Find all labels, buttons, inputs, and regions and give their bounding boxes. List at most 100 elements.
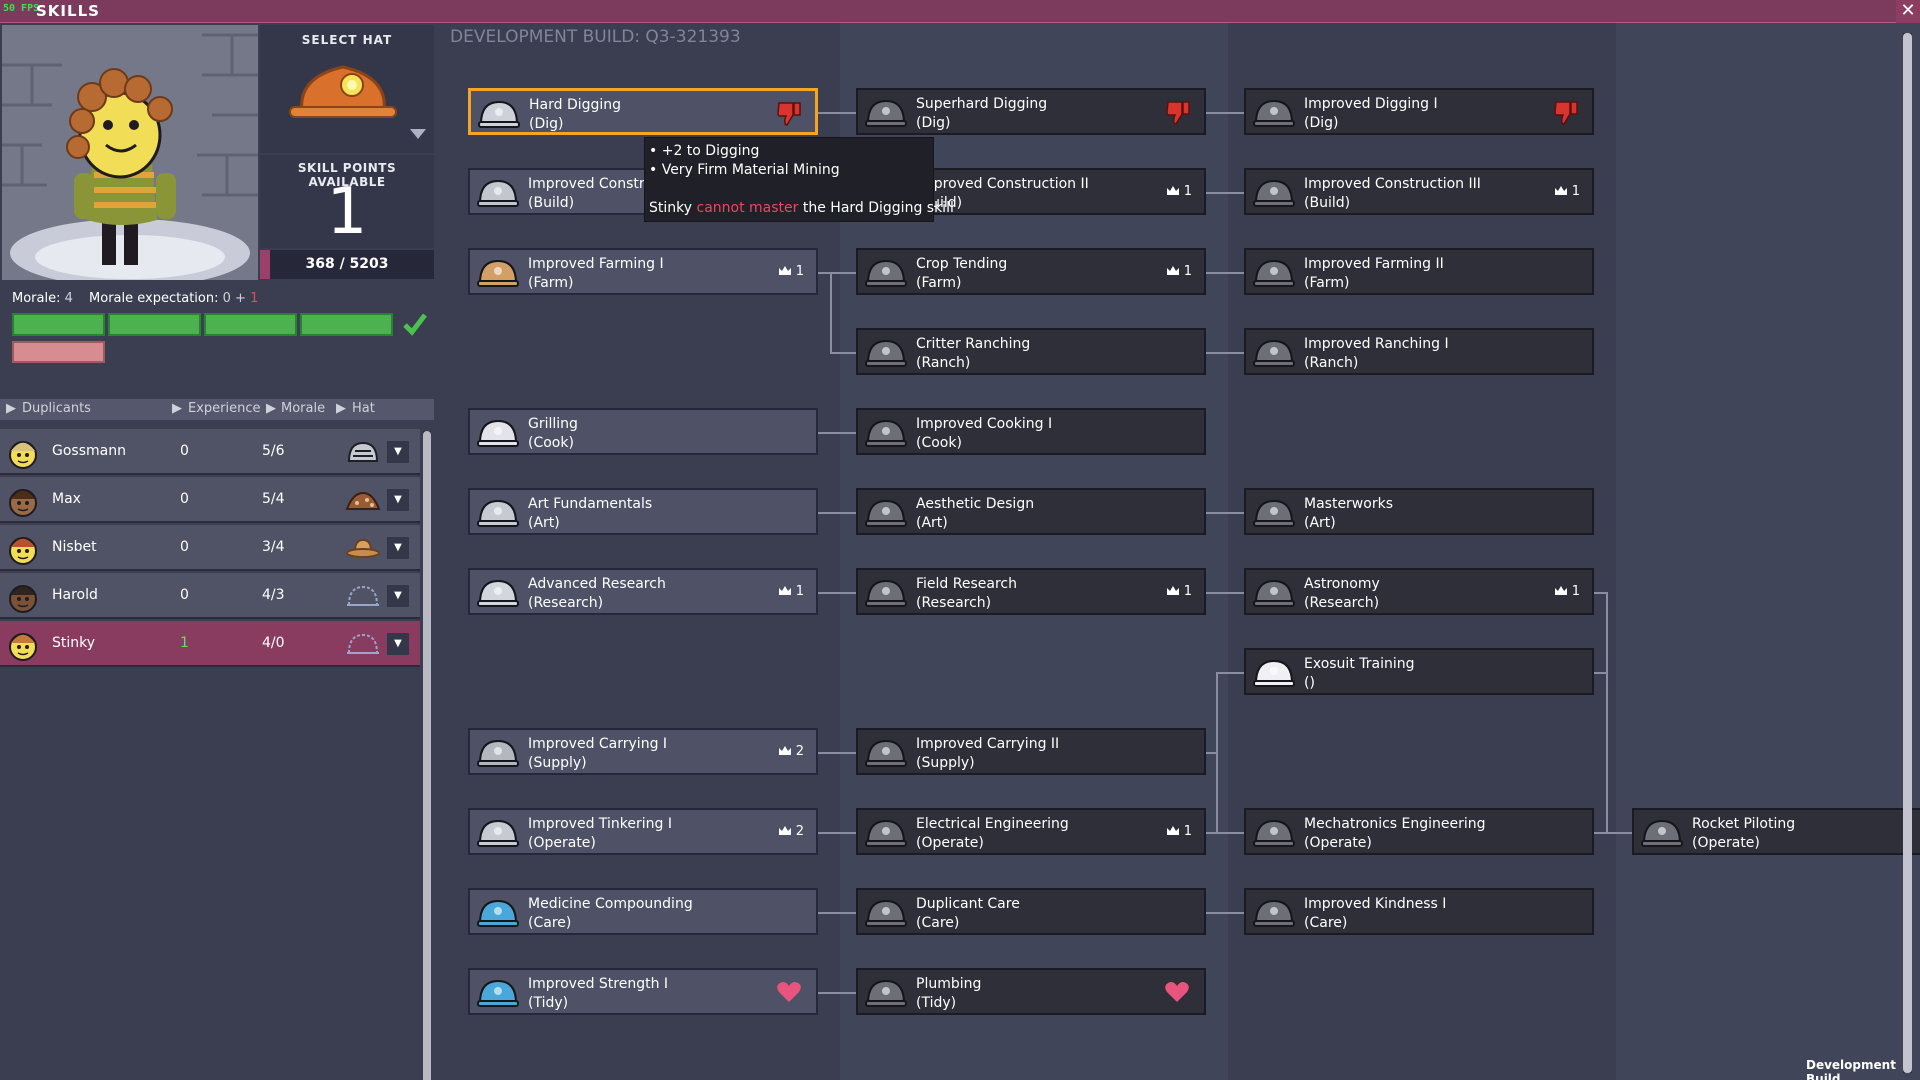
- skill-card[interactable]: Critter Ranching (Ranch): [856, 328, 1206, 375]
- skill-card[interactable]: Improved Farming I (Farm) 1: [468, 248, 818, 295]
- crown-icon: [778, 266, 791, 275]
- skill-card[interactable]: Improved Construction III (Build) 1: [1244, 168, 1594, 215]
- skill-card[interactable]: Hard Digging (Dig): [468, 88, 818, 135]
- dev-build-corner-label: Development Build: [1806, 1058, 1896, 1080]
- header-morale[interactable]: Morale: [281, 401, 325, 416]
- skill-category: (Operate): [1304, 835, 1372, 851]
- hat-dropdown-button[interactable]: ▼: [387, 489, 409, 511]
- empty-hat-icon: [347, 585, 379, 606]
- skill-category: (Ranch): [916, 355, 971, 371]
- skill-tree-scrollbar[interactable]: [1903, 33, 1912, 1073]
- hat-dropdown-button[interactable]: ▼: [387, 585, 409, 607]
- scrollbar-thumb[interactable]: [423, 431, 431, 1080]
- skill-tooltip: • +2 to Digging • Very Firm Material Min…: [644, 137, 954, 222]
- operate-hat-icon: [1641, 819, 1683, 847]
- header-hat[interactable]: Hat: [352, 401, 375, 416]
- skill-card[interactable]: Electrical Engineering (Operate) 1: [856, 808, 1206, 855]
- skill-card[interactable]: Medicine Compounding (Care): [468, 888, 818, 935]
- dig-hat-icon: [478, 100, 520, 128]
- skill-card[interactable]: Improved Cooking I (Cook): [856, 408, 1206, 455]
- heart-icon: [777, 982, 801, 1002]
- skill-card[interactable]: Improved Digging I (Dig): [1244, 88, 1594, 135]
- supply-hat-icon: [477, 739, 519, 767]
- skill-card[interactable]: Field Research (Research) 1: [856, 568, 1206, 615]
- skill-connector: [830, 352, 856, 354]
- mining-hat-icon: [289, 65, 397, 118]
- duplicant-table-header: ▶ Duplicants ▶ Experience ▶ Morale ▶ Hat: [0, 399, 434, 420]
- skill-card[interactable]: Plumbing (Tidy): [856, 968, 1206, 1015]
- morale-bar: [204, 313, 297, 336]
- tidy-hat-icon: [865, 979, 907, 1007]
- sort-arrow-icon[interactable]: ▶: [172, 401, 182, 416]
- duplicant-row[interactable]: Max 0 5/4 ▼: [0, 477, 420, 523]
- dev-build-label: DEVELOPMENT BUILD: Q3-321393: [450, 27, 741, 47]
- skill-card[interactable]: Art Fundamentals (Art): [468, 488, 818, 535]
- skill-card[interactable]: Duplicant Care (Care): [856, 888, 1206, 935]
- skill-card[interactable]: Improved Kindness I (Care): [1244, 888, 1594, 935]
- hat-dropdown-button[interactable]: ▼: [387, 537, 409, 559]
- skill-card[interactable]: Mechatronics Engineering (Operate): [1244, 808, 1594, 855]
- skill-name: Rocket Piloting: [1692, 816, 1796, 832]
- skill-card[interactable]: Exosuit Training (): [1244, 648, 1594, 695]
- sort-arrow-icon[interactable]: ▶: [336, 401, 346, 416]
- skill-name: Improved Ranching I: [1304, 336, 1449, 352]
- skill-count: 1: [778, 584, 804, 599]
- tidy-hat-icon: [477, 979, 519, 1007]
- select-hat-panel[interactable]: SELECT HAT: [260, 25, 434, 153]
- skill-card[interactable]: Astronomy (Research) 1: [1244, 568, 1594, 615]
- scrollbar-thumb[interactable]: [1903, 33, 1912, 1073]
- hat-dropdown-arrow-icon[interactable]: [410, 129, 426, 139]
- skill-count-value: 2: [795, 744, 804, 759]
- morale-label: Morale:: [12, 291, 61, 306]
- exosuit-hat-icon: [1253, 659, 1295, 687]
- skill-category: (): [1304, 675, 1315, 691]
- skill-card[interactable]: Grilling (Cook): [468, 408, 818, 455]
- duplicant-list-scrollbar[interactable]: [423, 431, 431, 1080]
- skill-card[interactable]: Crop Tending (Farm) 1: [856, 248, 1206, 295]
- skill-card[interactable]: Improved Carrying I (Supply) 2: [468, 728, 818, 775]
- duplicant-row[interactable]: Harold 0 4/3 ▼: [0, 573, 420, 619]
- skill-connector: [1606, 592, 1608, 834]
- skill-category: (Tidy): [916, 995, 957, 1011]
- hat-dropdown-button[interactable]: ▼: [387, 633, 409, 655]
- skill-card[interactable]: Superhard Digging (Dig): [856, 88, 1206, 135]
- header-experience[interactable]: Experience: [188, 401, 261, 416]
- skill-name: Electrical Engineering: [916, 816, 1069, 832]
- skill-card[interactable]: Rocket Piloting (Operate): [1632, 808, 1920, 855]
- skill-connector: [1206, 512, 1244, 514]
- thumbs-down-icon: [777, 102, 801, 126]
- skill-card[interactable]: Advanced Research (Research) 1: [468, 568, 818, 615]
- skill-card[interactable]: Improved Carrying II (Supply): [856, 728, 1206, 775]
- skill-card[interactable]: Masterworks (Art): [1244, 488, 1594, 535]
- header-duplicants[interactable]: Duplicants: [22, 401, 91, 416]
- skill-card[interactable]: Improved Farming II (Farm): [1244, 248, 1594, 295]
- skill-name: Superhard Digging: [916, 96, 1048, 112]
- skill-name: Improved Carrying II: [916, 736, 1060, 752]
- farm-hat-icon: [477, 259, 519, 287]
- close-button[interactable]: ✕: [1896, 0, 1920, 23]
- skill-card[interactable]: Improved Ranching I (Ranch): [1244, 328, 1594, 375]
- skill-category: (Care): [916, 915, 960, 931]
- duplicant-row[interactable]: Stinky 1 4/0 ▼: [0, 621, 420, 667]
- skill-connector: [818, 752, 856, 754]
- duplicant-row[interactable]: Nisbet 0 3/4 ▼: [0, 525, 420, 571]
- skill-count-value: 2: [795, 824, 804, 839]
- sort-arrow-icon[interactable]: ▶: [266, 401, 276, 416]
- skill-card[interactable]: Improved Strength I (Tidy): [468, 968, 818, 1015]
- sort-arrow-icon[interactable]: ▶: [6, 401, 16, 416]
- skill-category: (Cook): [916, 435, 962, 451]
- skill-card[interactable]: Aesthetic Design (Art): [856, 488, 1206, 535]
- skill-category: (Care): [1304, 915, 1348, 931]
- supply-hat-icon: [865, 739, 907, 767]
- skill-count: 2: [778, 744, 804, 759]
- crown-icon: [778, 746, 791, 755]
- skill-category: (Farm): [916, 275, 962, 291]
- experience-text: 368 / 5203: [305, 256, 389, 272]
- skill-card[interactable]: Improved Tinkering I (Operate) 2: [468, 808, 818, 855]
- duplicant-row[interactable]: Gossmann 0 5/6 ▼: [0, 429, 420, 475]
- skill-name: Improved Construction III: [1304, 176, 1481, 192]
- skill-category: (Research): [528, 595, 604, 611]
- skill-name: Improved Farming II: [1304, 256, 1444, 272]
- skill-points-value: 1: [326, 175, 368, 249]
- hat-dropdown-button[interactable]: ▼: [387, 441, 409, 463]
